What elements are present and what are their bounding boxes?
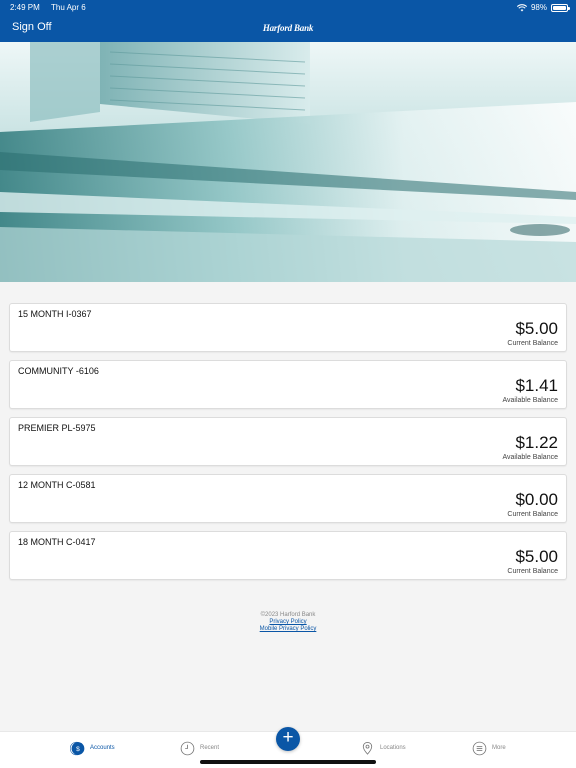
add-button[interactable]: + [276,727,300,751]
status-bar-left: 2:49 PM Thu Apr 6 [10,3,86,12]
account-balance: $5.00 [515,319,558,338]
account-name: 18 MONTH C-0417 [18,537,96,547]
status-bar-right: 98% [516,3,570,12]
account-name: COMMUNITY -6106 [18,366,99,376]
account-card[interactable]: COMMUNITY -6106 $1.41 Available Balance [9,360,567,409]
tab-accounts[interactable]: $ Accounts [70,738,115,758]
battery-percent: 98% [530,3,547,12]
account-card[interactable]: 12 MONTH C-0581 $0.00 Current Balance [9,474,567,523]
account-name: PREMIER PL-5975 [18,423,96,433]
account-card[interactable]: 15 MONTH I-0367 $5.00 Current Balance [9,303,567,352]
clock-icon [180,741,195,755]
footer: ©2023 Harford Bank Privacy Policy Mobile… [0,612,576,633]
accounts-list: 15 MONTH I-0367 $5.00 Current Balance CO… [9,303,567,588]
tab-label: Accounts [90,745,115,751]
account-card[interactable]: 18 MONTH C-0417 $5.00 Current Balance [9,531,567,580]
balance-label: Available Balance [502,454,558,461]
svg-text:$: $ [76,745,80,752]
balance-label: Current Balance [507,340,558,347]
tab-locations[interactable]: Locations [360,738,406,758]
account-name: 12 MONTH C-0581 [18,480,96,490]
map-pin-icon [362,741,373,755]
menu-lines-icon [472,741,487,755]
home-indicator [200,760,376,764]
app-header: 2:49 PM Thu Apr 6 98% Sign Off Harford B… [0,0,576,42]
account-balance: $0.00 [515,490,558,509]
tab-label: Locations [380,745,406,751]
mobile-privacy-policy-link[interactable]: Mobile Privacy Policy [0,626,576,633]
tab-recent[interactable]: Recent [180,738,219,758]
status-date: Thu Apr 6 [51,3,86,12]
tab-label: Recent [200,745,220,751]
status-time: 2:49 PM [10,3,40,12]
balance-label: Available Balance [502,397,558,404]
dollar-circle-icon: $ [70,741,85,755]
tab-more[interactable]: More [472,738,506,758]
account-balance: $1.22 [515,433,558,452]
balance-label: Current Balance [507,568,558,575]
copyright-text: ©2023 Harford Bank [260,612,316,618]
tab-label: More [492,745,506,751]
account-balance: $1.41 [515,376,558,395]
bank-logo: Harford Bank [262,23,314,33]
plus-icon: + [282,727,294,748]
hero-illustration [0,42,576,282]
hero-banner-image [0,42,576,282]
balance-label: Current Balance [507,511,558,518]
account-balance: $5.00 [515,547,558,566]
privacy-policy-link[interactable]: Privacy Policy [0,619,576,626]
account-name: 15 MONTH I-0367 [18,309,92,319]
wifi-icon [516,3,527,11]
battery-icon [551,3,570,12]
account-card[interactable]: PREMIER PL-5975 $1.22 Available Balance [9,417,567,466]
battery-fill [553,5,566,10]
